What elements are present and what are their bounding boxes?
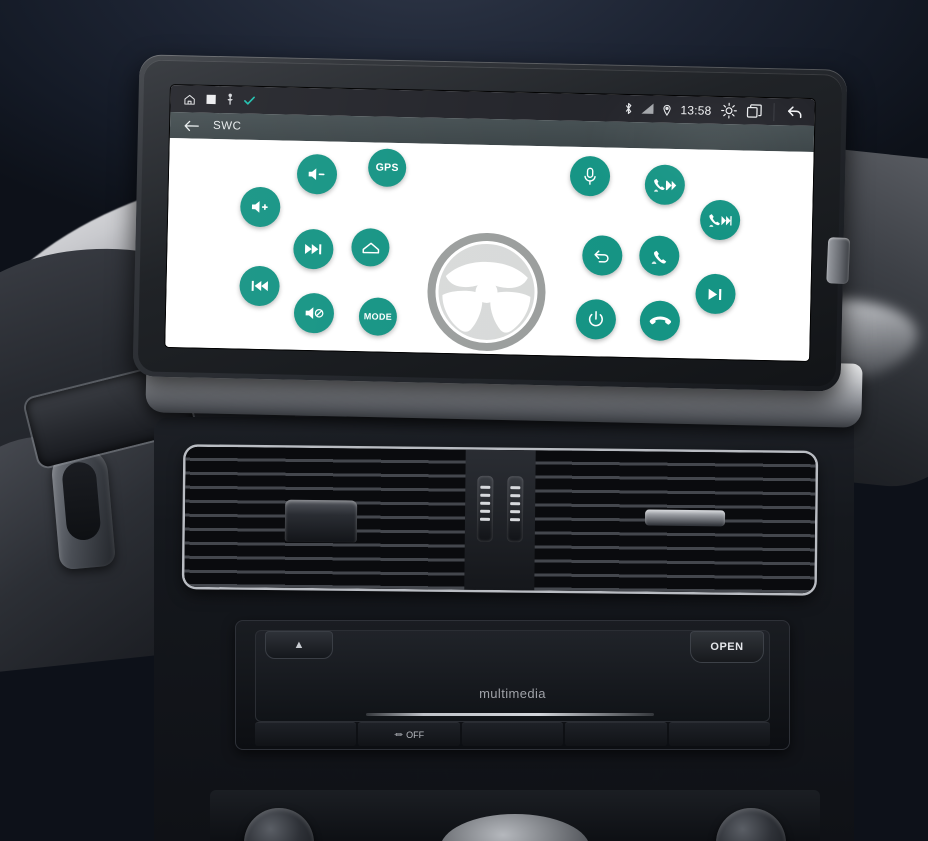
recirculation-icon: ⏛ xyxy=(394,730,404,740)
swc-button-call-next[interactable] xyxy=(699,199,741,241)
home-icon[interactable] xyxy=(182,92,196,106)
app-bar-title: SWC xyxy=(212,119,242,133)
swc-button-prev-track[interactable] xyxy=(239,265,281,307)
blank-button-2[interactable] xyxy=(461,722,564,746)
stop-square-icon xyxy=(206,94,217,105)
status-bar-right: 13:58 xyxy=(624,99,804,121)
swc-button-mode[interactable]: MODE xyxy=(358,297,398,336)
swc-button-power[interactable] xyxy=(575,298,617,340)
air-vent-slider-right xyxy=(506,476,524,543)
gps-label: GPS xyxy=(375,161,399,174)
blank-button-4[interactable] xyxy=(668,722,771,746)
swc-button-mute[interactable] xyxy=(293,292,335,334)
back-arrow-icon[interactable] xyxy=(785,103,804,120)
eject-button[interactable]: ▲ xyxy=(265,631,333,659)
signal-icon xyxy=(641,103,654,115)
steering-wheel-graphic xyxy=(426,232,547,353)
air-vent-center-divider xyxy=(464,449,536,591)
swc-button-voice[interactable] xyxy=(569,155,611,197)
multimedia-button-row: ⏛ OFF xyxy=(255,722,771,746)
bezel-side-knob[interactable] xyxy=(826,237,851,285)
app-bar-back-icon[interactable] xyxy=(184,119,199,132)
check-icon xyxy=(244,95,256,105)
android-ui: 13:58 SWC GPS MODE xyxy=(165,85,815,361)
recirculation-label: OFF xyxy=(406,729,425,740)
status-bar-left xyxy=(182,92,255,108)
brightness-icon[interactable] xyxy=(720,102,737,119)
air-vent-left-knob xyxy=(284,499,358,543)
door-handle xyxy=(49,445,117,571)
swc-button-play-pause[interactable] xyxy=(695,273,736,315)
multimedia-label: multimedia xyxy=(479,686,546,701)
air-vent-slider-left xyxy=(476,475,494,542)
swc-button-gps[interactable]: GPS xyxy=(367,148,407,188)
scene-root: multimedia ▲ OPEN ⏛ OFF 13:58 SWC GPS MO… xyxy=(0,0,928,841)
swc-button-volume-down[interactable] xyxy=(296,153,338,195)
status-bar-divider xyxy=(773,102,775,121)
swc-button-call-previous[interactable] xyxy=(644,164,686,206)
open-button[interactable]: OPEN xyxy=(690,631,764,663)
gear-shifter xyxy=(440,814,590,841)
clock: 13:58 xyxy=(680,102,712,118)
swc-button-volume-up[interactable] xyxy=(239,186,281,228)
bluetooth-icon xyxy=(624,102,632,115)
swc-button-answer-call[interactable] xyxy=(638,235,680,277)
swc-button-home[interactable] xyxy=(351,227,390,267)
blank-button-1[interactable] xyxy=(255,722,357,746)
multimedia-unit: multimedia ▲ OPEN ⏛ OFF xyxy=(235,620,790,750)
disc-slot xyxy=(366,713,654,716)
swc-button-hangup-call[interactable] xyxy=(639,300,681,342)
climate-knob-right[interactable] xyxy=(716,808,786,841)
swc-button-back[interactable] xyxy=(581,235,623,276)
mode-label: MODE xyxy=(363,311,393,322)
swc-mapping-area: CLEAR ALL GPS xyxy=(165,137,814,361)
touchscreen[interactable]: 13:58 SWC GPS MODE xyxy=(165,85,815,361)
usb-icon xyxy=(225,93,234,106)
climate-knob-left[interactable] xyxy=(244,808,314,841)
recents-icon[interactable] xyxy=(746,103,762,119)
blank-button-3[interactable] xyxy=(565,722,667,746)
recirculation-off-button[interactable]: ⏛ OFF xyxy=(358,722,460,746)
location-icon xyxy=(662,103,671,116)
swc-button-next-track[interactable] xyxy=(292,228,334,270)
center-air-vents xyxy=(184,446,816,594)
air-vent-right-knob xyxy=(644,509,726,527)
climate-control-panel xyxy=(210,790,820,841)
